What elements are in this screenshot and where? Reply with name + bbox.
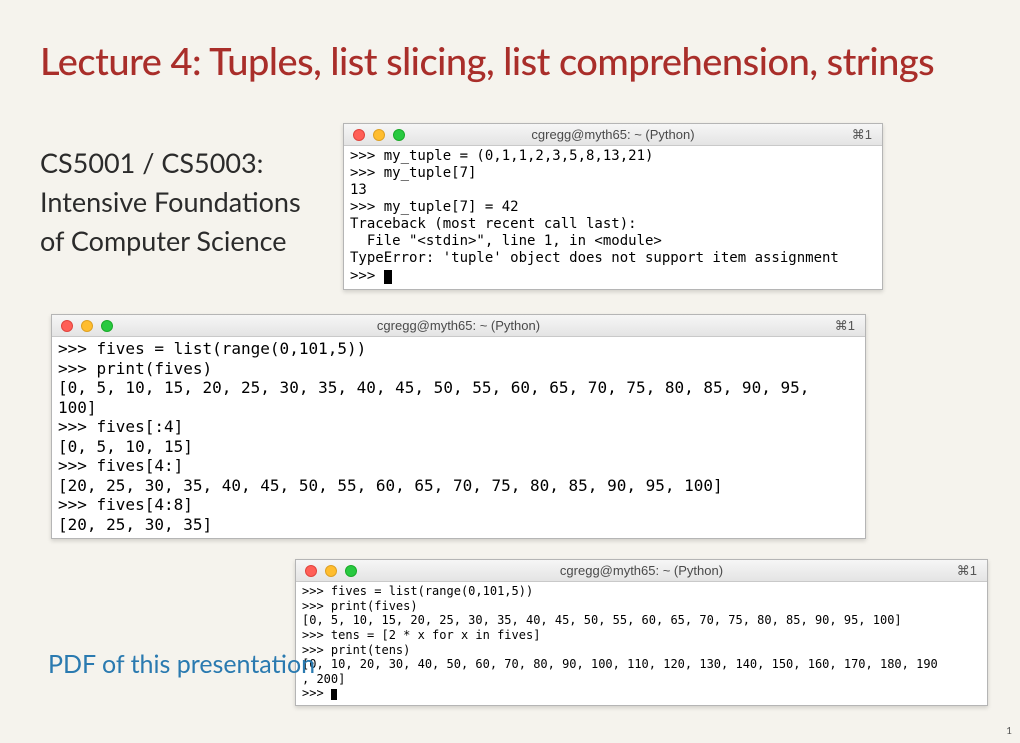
cursor-icon	[384, 270, 392, 284]
terminal-output: >>> fives = list(range(0,101,5)) >>> pri…	[296, 582, 987, 705]
terminal-output: >>> fives = list(range(0,101,5)) >>> pri…	[52, 337, 865, 538]
terminal-comprehension-demo: cgregg@myth65: ~ (Python) ⌘1 >>> fives =…	[295, 559, 988, 706]
close-icon[interactable]	[353, 129, 365, 141]
tab-indicator: ⌘1	[835, 318, 855, 334]
pdf-link[interactable]: PDF of this presentation	[48, 649, 315, 679]
minimize-icon[interactable]	[373, 129, 385, 141]
terminal-slicing-demo: cgregg@myth65: ~ (Python) ⌘1 >>> fives =…	[51, 314, 866, 539]
zoom-icon[interactable]	[101, 320, 113, 332]
tab-indicator: ⌘1	[852, 127, 872, 143]
tab-indicator: ⌘1	[957, 563, 977, 579]
lecture-title: Lecture 4: Tuples, list slicing, list co…	[40, 38, 934, 84]
cursor-icon	[331, 689, 337, 700]
terminal-titlebar: cgregg@myth65: ~ (Python) ⌘1	[296, 560, 987, 582]
page-number: 1	[1006, 725, 1012, 737]
close-icon[interactable]	[305, 565, 317, 577]
terminal-title: cgregg@myth65: ~ (Python)	[296, 563, 987, 578]
terminal-title: cgregg@myth65: ~ (Python)	[52, 318, 865, 333]
terminal-titlebar: cgregg@myth65: ~ (Python) ⌘1	[344, 124, 882, 146]
close-icon[interactable]	[61, 320, 73, 332]
course-name: CS5001 / CS5003: Intensive Foundations o…	[40, 143, 301, 260]
zoom-icon[interactable]	[393, 129, 405, 141]
terminal-title: cgregg@myth65: ~ (Python)	[344, 127, 882, 142]
terminal-output: >>> my_tuple = (0,1,1,2,3,5,8,13,21) >>>…	[344, 146, 882, 289]
zoom-icon[interactable]	[345, 565, 357, 577]
minimize-icon[interactable]	[81, 320, 93, 332]
terminal-titlebar: cgregg@myth65: ~ (Python) ⌘1	[52, 315, 865, 337]
terminal-tuple-demo: cgregg@myth65: ~ (Python) ⌘1 >>> my_tupl…	[343, 123, 883, 290]
minimize-icon[interactable]	[325, 565, 337, 577]
